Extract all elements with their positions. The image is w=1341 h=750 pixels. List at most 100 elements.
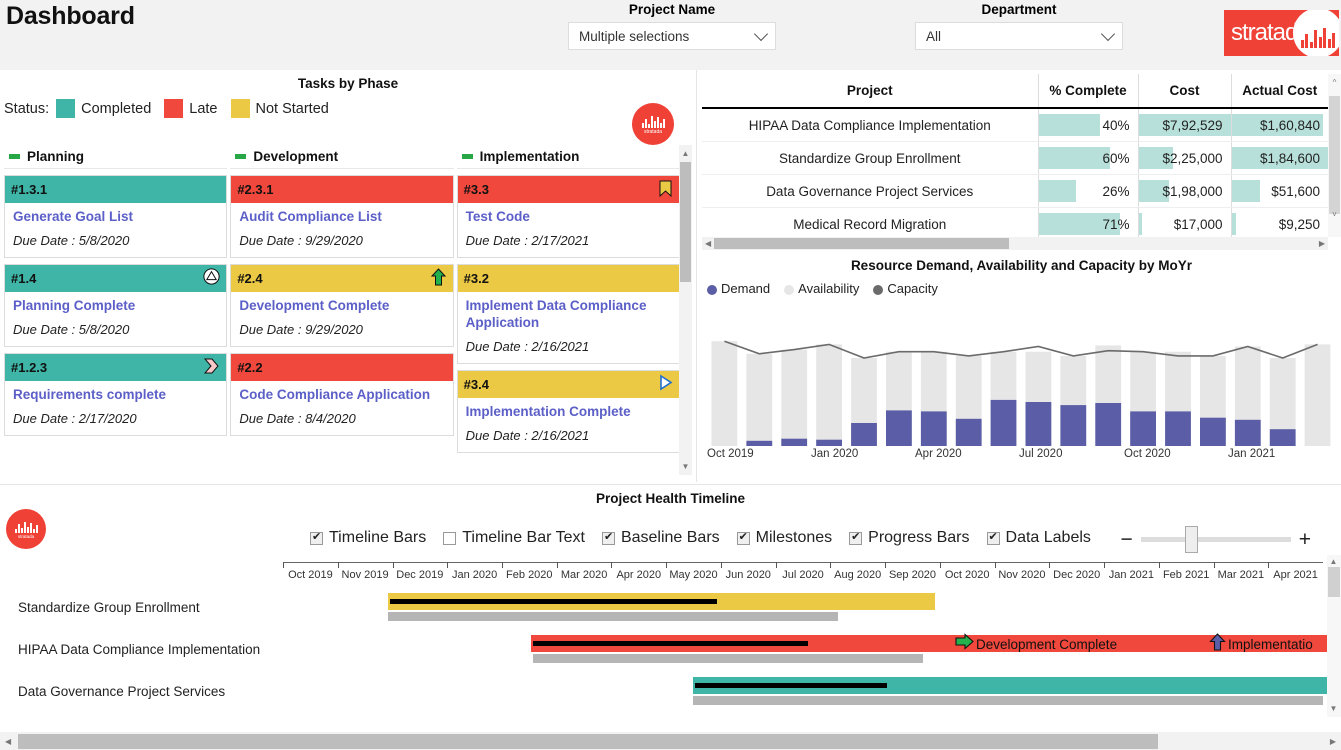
checkbox-data-labels[interactable] [986,530,1000,545]
kanban-card-name: Implementation Complete [465,403,631,419]
column-header-pct-complete[interactable]: % Complete [1037,74,1138,109]
kanban-card[interactable]: #3.2 Implement Data Compliance Applicati… [456,263,680,364]
gantt-vscroll-thumb[interactable] [1328,567,1340,597]
checkbox-milestones[interactable] [736,530,750,545]
kanban-card[interactable]: #2.2 Code Compliance Application Due Dat… [230,352,454,436]
table-vertical-scrollbar[interactable]: ^ ˅ [1328,74,1341,237]
kanban-card[interactable]: #3.3 Test Code Due Date : 2/17/2021 [456,175,680,258]
gantt-zoom-control[interactable]: − + [1120,526,1311,553]
kanban-card[interactable]: #1.4 Planning Complete Due Date : 5/8/20… [4,263,228,347]
column-header-project[interactable]: Project [702,74,1038,109]
department-slicer[interactable]: Department All [915,2,1123,50]
xtick-label: Jan 2020 [811,448,859,460]
project-name-slicer-value: Multiple selections [579,28,690,44]
kanban-stratada-logo: stratada [632,103,674,145]
dashboard-page: Dashboard Project Name Multiple selectio… [0,0,1341,750]
scroll-down-icon[interactable]: ▼ [1327,702,1340,715]
scroll-up-icon[interactable]: ▲ [679,147,692,160]
kanban-card-header: #1.4 [5,264,227,292]
kanban-card-list[interactable]: #2.3.1 Audit Compliance List Due Date : … [230,169,454,475]
table-scroll-thumb[interactable] [1329,96,1340,214]
logo-chart-icon [1293,10,1339,56]
gantt-row[interactable]: Standardize Group Enrollment [0,589,1341,631]
timeline-tick-label: Feb 2021 [1162,569,1210,581]
scroll-right-icon[interactable]: ▶ [1319,239,1325,248]
table-row[interactable]: Standardize Group Enrollment 60% $2,25,0… [702,141,1328,175]
table-horizontal-scrollbar[interactable]: ◀ ▶ [702,237,1328,250]
gantt-vertical-scrollbar[interactable]: ▲ ▼ [1327,555,1341,717]
kanban-card-name: Requirements complete [13,386,167,402]
checkbox-timeline-bar-text[interactable] [443,531,457,545]
zoom-slider-thumb[interactable] [1184,526,1198,553]
gantt-hscroll-thumb[interactable] [18,733,1158,749]
gantt-milestone-label: Implementatio [1228,637,1313,652]
kanban-card[interactable]: #1.2.3 Requirements complete Due Date : … [4,352,228,436]
kanban-scroll-thumb[interactable] [680,162,691,282]
column-header-cost[interactable]: Cost [1137,74,1231,109]
kanban-card[interactable]: #2.4 Development Complete Due Date : 9/2… [230,263,454,347]
kanban-card-header: #2.3.1 [231,176,453,203]
xtick-label: Oct 2019 [707,448,754,460]
kanban-column-development: Development #2.3.1 Audit Compliance List… [230,145,454,475]
kanban-column-implementation: Implementation #3.3 Test Code Due Date :… [456,145,680,475]
gantt-options: Timeline Bars Timeline Bar Text Baseline… [310,529,1091,547]
option-milestones[interactable]: Milestones [736,529,832,547]
checkbox-timeline-bars[interactable] [310,530,323,545]
project-name-slicer-box[interactable]: Multiple selections [568,22,776,50]
checkbox-progress-bars[interactable] [849,530,863,545]
kanban-card-name: Audit Compliance List [239,209,382,224]
zoom-in-button[interactable]: + [1299,529,1311,550]
kanban-vertical-scrollbar[interactable]: ▲ ▼ [679,145,692,475]
option-progress-bars[interactable]: Progress Bars [849,529,970,547]
scroll-left-icon[interactable]: ◀ [705,239,711,248]
scroll-down-icon[interactable]: ˅ [1328,208,1341,221]
gantt-milestone[interactable]: Implementatio [1209,633,1313,656]
kanban-card-id: #2.2 [237,359,263,375]
legend-swatch-late [164,99,184,118]
timeline-tick [720,562,722,568]
scroll-up-icon[interactable]: ^ [1328,76,1341,89]
legend-label-late: Late [189,100,218,117]
timeline-tick [283,562,284,568]
gantt-milestone-label: Development Complete [976,636,1118,652]
option-baseline-bars[interactable]: Baseline Bars [601,529,720,547]
checkbox-baseline-bars[interactable] [601,530,615,545]
gantt-horizontal-scrollbar[interactable]: ◀ ▶ [0,732,1341,750]
option-data-labels[interactable]: Data Labels [986,529,1091,547]
kanban-card-due: Due Date : 2/16/2021 [465,338,590,354]
timeline-tick-label: Jun 2020 [725,569,771,581]
kanban-card-list[interactable]: #1.3.1 Generate Goal List Due Date : 5/8… [4,169,228,475]
zoom-out-button[interactable]: − [1120,529,1132,550]
table-row[interactable]: Medical Record Migration 71% $17,000 $9,… [702,207,1328,241]
kanban-card[interactable]: #2.3.1 Audit Compliance List Due Date : … [230,175,454,258]
zoom-slider-track[interactable] [1140,526,1291,553]
scroll-left-icon[interactable]: ◀ [5,737,11,746]
gantt-row[interactable]: HIPAA Data Compliance Implementation Dev… [0,631,1341,673]
column-header-actual-cost[interactable]: Actual Cost [1230,74,1328,109]
department-slicer-label: Department [981,2,1057,17]
scroll-down-icon[interactable]: ▼ [679,460,692,473]
cell-cost-value: $7,92,529 [1162,117,1223,133]
timeline-tick [556,562,558,568]
resource-chart-title: Resource Demand, Availability and Capaci… [850,258,1193,273]
kanban-card[interactable]: #3.4 Implementation Complete Due Date : … [456,369,680,453]
project-name-slicer[interactable]: Project Name Multiple selections [568,2,776,50]
kanban-card[interactable]: #1.3.1 Generate Goal List Due Date : 5/8… [4,175,228,258]
department-slicer-box[interactable]: All [915,22,1123,50]
xtick-label: Jan 2021 [1228,448,1276,460]
kanban-card-header: #3.4 [457,370,679,398]
gantt-row[interactable]: Data Governance Project Services [0,673,1341,715]
timeline-tick-label: Jul 2020 [782,569,824,581]
gantt-milestone[interactable]: Development Complete [955,633,1117,655]
table-hscroll-thumb[interactable] [714,238,1009,249]
kanban-card-list[interactable]: #3.3 Test Code Due Date : 2/17/2021 #3.2… [456,169,680,475]
option-timeline-bar-text[interactable]: Timeline Bar Text [443,529,585,547]
option-label: Data Labels [1005,529,1091,546]
gantt-logo-text: stratada [17,533,35,539]
option-timeline-bars[interactable]: Timeline Bars [310,529,426,547]
table-row[interactable]: Data Governance Project Services 26% $1,… [702,174,1328,208]
kanban-card-id: #3.3 [463,182,489,197]
kanban-card-id: #1.2.3 [11,359,48,375]
table-row[interactable]: HIPAA Data Compliance Implementation 40%… [702,108,1328,142]
scroll-right-icon[interactable]: ▶ [1330,737,1336,746]
